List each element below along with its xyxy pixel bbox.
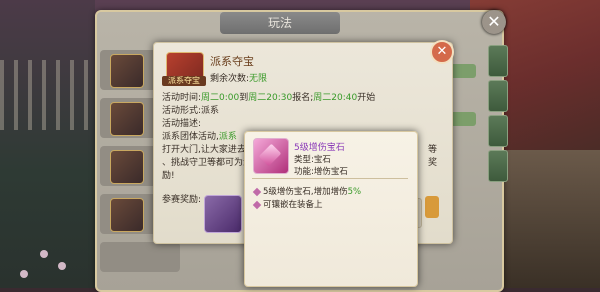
flower-decoration xyxy=(20,270,28,278)
remaining-label: 剩余次数: xyxy=(210,74,250,84)
item-type: 类型:宝石 xyxy=(294,153,331,165)
desc-line-1: 打开大门,让大家进去 xyxy=(162,145,246,155)
effect-text: 5级增伤宝石,增加增伤 xyxy=(263,187,348,197)
bullet-icon xyxy=(252,187,262,196)
function-label: 功能: xyxy=(294,167,314,177)
time-start: 周二0:00 xyxy=(201,93,240,103)
type-value: 宝石 xyxy=(313,155,331,165)
building-wall xyxy=(500,150,600,288)
desc-right-2: 奖 xyxy=(428,158,438,168)
side-tab[interactable] xyxy=(488,150,508,182)
side-tab[interactable] xyxy=(488,115,508,147)
time-label: 活动时间: xyxy=(162,93,202,103)
activity-time: 活动时间:周二0:00到周二20:30报名;周二20:40开始 xyxy=(162,90,375,103)
time-begin-label: 开始 xyxy=(357,93,376,103)
time-begin: 周二20:40 xyxy=(313,93,358,103)
reward-gem-icon[interactable] xyxy=(204,195,242,233)
desc-line-3: 励! xyxy=(162,171,175,181)
usage-text: 可镶嵌在装备上 xyxy=(263,200,323,210)
activity-icon xyxy=(110,150,144,184)
side-tab[interactable] xyxy=(488,45,508,77)
group-label: 派系团体活动, xyxy=(162,132,219,142)
item-effect: 5级增伤宝石,增加增伤5% xyxy=(252,185,362,197)
group-highlight: 派系 xyxy=(218,132,237,142)
desc-label: 活动描述: xyxy=(162,119,202,129)
form-label: 活动形式: xyxy=(162,106,202,116)
activity-form: 活动形式:派系 xyxy=(162,103,219,116)
activity-icon-caption: 派系夺宝 xyxy=(162,76,206,86)
bullet-icon xyxy=(252,200,262,209)
activity-icon xyxy=(110,102,144,136)
desc-right-1: 等 xyxy=(428,145,438,155)
effect-value: 5% xyxy=(347,187,362,197)
flower-decoration xyxy=(40,250,48,258)
desc-line-2: 、挑战守卫等都可为派 xyxy=(162,158,253,168)
flower-decoration xyxy=(58,262,66,270)
fence-decoration xyxy=(0,60,95,130)
item-name: 5级增伤宝石 xyxy=(294,143,345,153)
close-icon[interactable]: ✕ xyxy=(482,10,506,34)
panel-title: 玩法 xyxy=(220,12,340,34)
form-value: 派系 xyxy=(201,106,220,116)
close-icon[interactable]: ✕ xyxy=(430,40,454,64)
function-value: 增伤宝石 xyxy=(313,167,348,177)
divider xyxy=(252,178,408,179)
time-separator: 到 xyxy=(239,93,249,103)
item-usage: 可镶嵌在装备上 xyxy=(252,198,323,210)
activity-icon xyxy=(110,54,144,88)
item-function: 功能:增伤宝石 xyxy=(294,165,348,177)
time-signup-label: 报名; xyxy=(292,93,314,103)
remaining-count: 剩余次数:无限 xyxy=(210,71,267,84)
time-signup: 周二20:30 xyxy=(248,93,293,103)
side-tab[interactable] xyxy=(488,80,508,112)
go-button[interactable] xyxy=(425,196,439,218)
list-item[interactable] xyxy=(100,242,180,272)
reward-label: 参赛奖励: xyxy=(162,195,202,205)
activity-title: 派系夺宝 xyxy=(210,55,254,68)
garden-scene xyxy=(0,0,95,288)
type-label: 类型: xyxy=(294,155,314,165)
activity-icon xyxy=(110,198,144,232)
remaining-value: 无限 xyxy=(249,74,268,84)
group-line: 派系团体活动,派系 xyxy=(162,129,237,142)
gem-icon xyxy=(253,138,289,174)
